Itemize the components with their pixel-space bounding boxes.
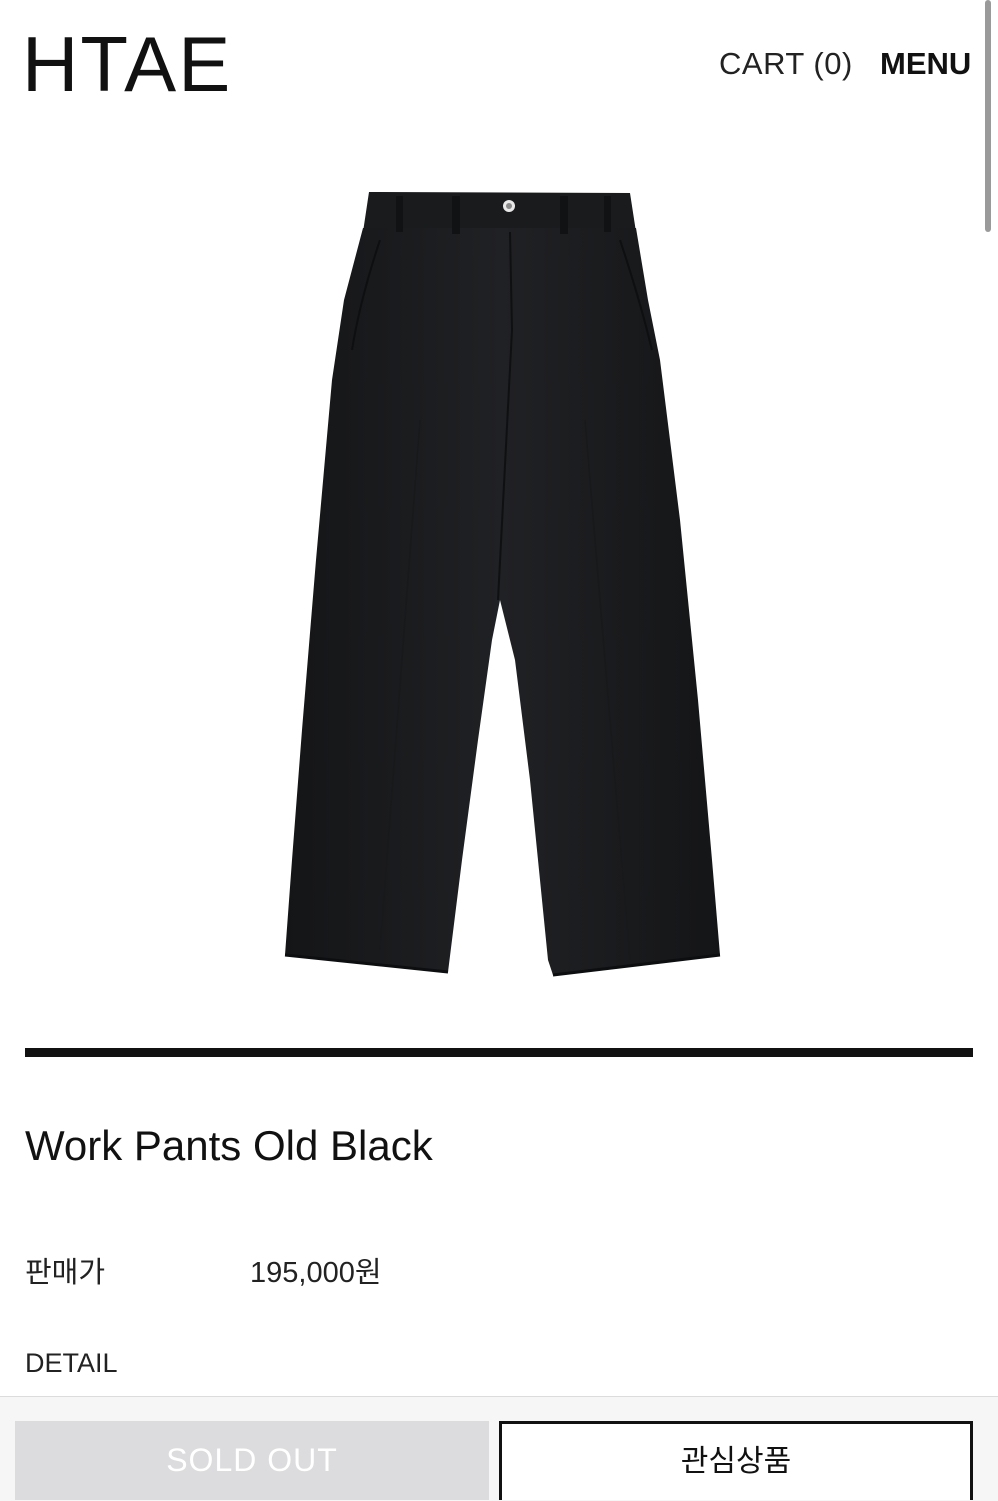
price-label: 판매가 — [25, 1257, 106, 1289]
product-image — [0, 140, 998, 1020]
menu-button[interactable]: MENU — [880, 44, 971, 84]
product-title: Work Pants Old Black — [25, 1122, 433, 1169]
wishlist-button[interactable]: 관심상품 — [499, 1421, 973, 1500]
section-divider — [25, 1048, 973, 1057]
pants-image-icon — [284, 192, 721, 977]
price-value: 195,000원 — [250, 1257, 382, 1289]
cart-link[interactable]: CART (0) — [719, 44, 853, 84]
detail-toggle[interactable]: DETAIL — [25, 1345, 118, 1381]
sold-out-button[interactable]: SOLD OUT — [15, 1421, 489, 1500]
site-logo[interactable]: HTAE — [22, 22, 232, 106]
site-header: HTAE CART (0) MENU — [0, 0, 998, 130]
